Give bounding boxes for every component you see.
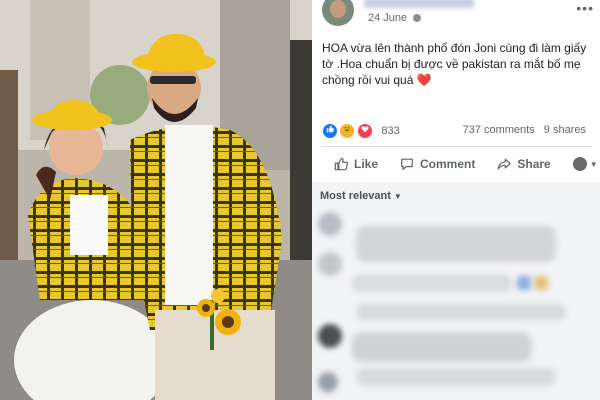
haha-reaction-icon bbox=[339, 122, 356, 139]
comment-redacted[interactable] bbox=[356, 304, 566, 320]
engagement-counts: 737 comments 9 shares bbox=[463, 124, 586, 136]
post-photo[interactable] bbox=[0, 0, 312, 400]
post-date-text[interactable]: 24 June bbox=[368, 12, 407, 24]
thumbs-up-icon bbox=[334, 157, 348, 171]
chevron-down-icon: ▼ bbox=[589, 159, 598, 169]
actor-selector[interactable]: ▼ bbox=[572, 157, 598, 171]
comment-redacted[interactable] bbox=[356, 368, 556, 386]
post-action-bar: Like Comment Share ▼ bbox=[322, 150, 598, 178]
comment-redacted[interactable] bbox=[352, 332, 532, 362]
globe-icon bbox=[413, 14, 422, 23]
comment-button[interactable]: Comment bbox=[400, 157, 475, 171]
comment-avatar-redacted[interactable] bbox=[318, 372, 338, 392]
comment-avatar-redacted[interactable] bbox=[318, 212, 342, 236]
current-user-avatar bbox=[572, 157, 587, 171]
comments-section: Most relevant ▼ bbox=[312, 182, 600, 400]
heart-icon: ❤️ bbox=[416, 73, 432, 87]
like-reaction-icon bbox=[322, 122, 338, 139]
comment-reaction-redacted bbox=[517, 276, 531, 290]
love-reaction-icon bbox=[356, 122, 373, 139]
like-button[interactable]: Like bbox=[334, 157, 378, 171]
post-header: 24 June ••• bbox=[312, 0, 600, 32]
post-body-text: HOA vừa lên thành phố đón Joni cùng đi l… bbox=[322, 41, 587, 87]
comment-label: Comment bbox=[420, 157, 476, 171]
comment-avatar-redacted[interactable] bbox=[318, 252, 342, 276]
comments-count[interactable]: 737 comments bbox=[463, 124, 535, 136]
post-date[interactable]: 24 June bbox=[368, 12, 422, 24]
reactions-summary[interactable]: 833 bbox=[322, 122, 400, 139]
post-text: HOA vừa lên thành phố đón Joni cùng đi l… bbox=[322, 40, 592, 88]
share-arrow-icon bbox=[498, 158, 512, 170]
like-label: Like bbox=[354, 157, 379, 171]
shares-count[interactable]: 9 shares bbox=[544, 124, 586, 136]
author-avatar[interactable] bbox=[322, 0, 354, 26]
chevron-down-icon: ▼ bbox=[393, 192, 402, 201]
reaction-count: 833 bbox=[381, 124, 400, 137]
comment-redacted[interactable] bbox=[352, 274, 512, 292]
divider bbox=[322, 146, 592, 147]
comment-reaction-redacted bbox=[534, 276, 548, 290]
speech-bubble-icon bbox=[401, 158, 413, 170]
comment-sort-label: Most relevant bbox=[320, 190, 391, 202]
more-options-icon[interactable]: ••• bbox=[576, 0, 594, 16]
share-label: Share bbox=[517, 157, 551, 171]
share-button[interactable]: Share bbox=[497, 157, 551, 171]
comment-sort-dropdown[interactable]: Most relevant ▼ bbox=[320, 190, 402, 202]
comment-avatar-redacted[interactable] bbox=[318, 324, 342, 348]
author-name-redacted[interactable] bbox=[364, 0, 474, 8]
facebook-post-card: 24 June ••• HOA vừa lên thành phố đón Jo… bbox=[312, 0, 600, 400]
comment-redacted[interactable] bbox=[356, 226, 556, 262]
